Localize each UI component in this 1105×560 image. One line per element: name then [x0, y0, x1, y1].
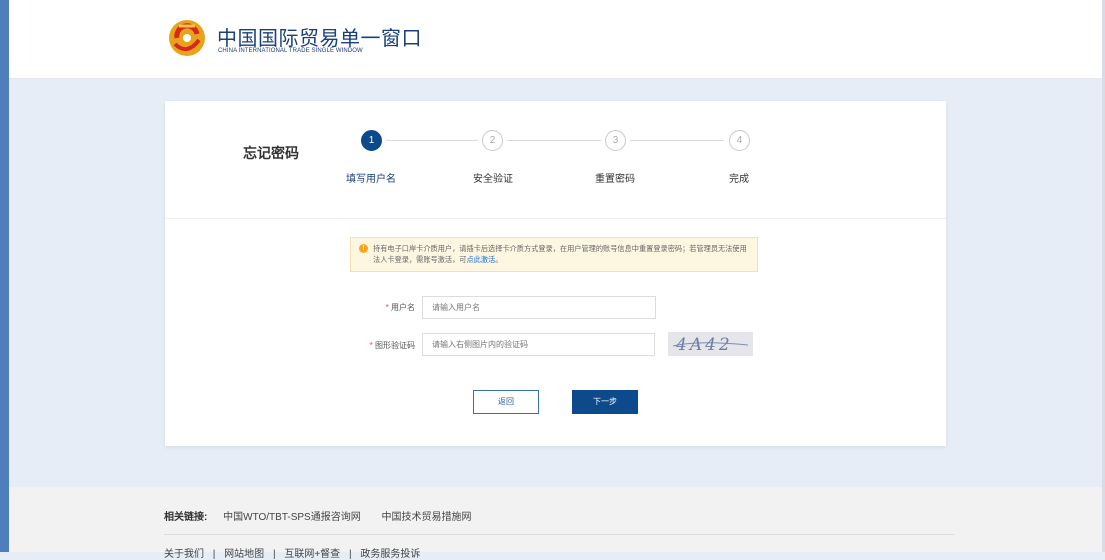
forgot-password-card: 忘记密码 1 2 3 4 填写用户名 安全验证 重置密码 完成 ! 持有电子口岸…: [165, 101, 946, 446]
captcha-image[interactable]: 4A42: [668, 332, 753, 356]
notice-text: 持有电子口岸卡介质用户，请插卡后选择卡介质方式登录，在用户管理的账号信息中重置登…: [373, 244, 747, 264]
step-3-label: 重置密码: [595, 174, 635, 185]
step-1-label: 填写用户名: [346, 174, 396, 185]
step-connector: [386, 140, 478, 141]
back-button[interactable]: 返回: [473, 390, 539, 414]
next-button[interactable]: 下一步: [572, 390, 638, 414]
step-4-circle: 4: [729, 130, 750, 151]
separator: |: [212, 549, 216, 560]
related-links-title: 相关链接:: [164, 512, 208, 523]
window-left-edge: [0, 0, 9, 552]
link-wto-tbt-sps[interactable]: 中国WTO/TBT-SPS通报咨询网: [223, 512, 361, 523]
link-internet-supervision[interactable]: 互联网+督查: [284, 549, 340, 560]
card-divider: [165, 218, 946, 219]
link-tbt-measures[interactable]: 中国技术贸易措施网: [382, 512, 472, 523]
step-4-label: 完成: [729, 174, 749, 185]
warning-icon: !: [359, 244, 368, 253]
site-subtitle: CHINA INTERNATIONAL TRADE SINGLE WINDOW: [218, 48, 363, 54]
captcha-input[interactable]: [422, 333, 655, 356]
step-2-label: 安全验证: [473, 174, 513, 185]
site-header: 中国国际贸易单一窗口 CHINA INTERNATIONAL TRADE SIN…: [9, 0, 1102, 79]
link-service-complaint[interactable]: 政务服务投诉: [360, 549, 420, 560]
separator: |: [272, 549, 276, 560]
step-3-circle: 3: [605, 130, 626, 151]
captcha-label: * 图形验证码: [355, 340, 415, 351]
activate-link[interactable]: 点此激活: [466, 255, 495, 264]
notice-end: 。: [495, 255, 503, 264]
captcha-text: 4A42: [675, 335, 733, 355]
site-title[interactable]: 中国国际贸易单一窗口: [217, 22, 422, 51]
username-input[interactable]: [422, 296, 656, 319]
step-connector: [507, 140, 601, 141]
single-window-logo-icon[interactable]: [165, 16, 209, 60]
page-title: 忘记密码: [243, 145, 299, 161]
username-label-text: 用户名: [391, 303, 415, 312]
separator: |: [348, 549, 352, 560]
required-mark: *: [385, 303, 389, 312]
footer-divider: [164, 534, 954, 535]
captcha-label-text: 图形验证码: [375, 341, 415, 350]
step-connector: [630, 140, 724, 141]
link-about-us[interactable]: 关于我们: [164, 549, 204, 560]
username-label: * 用户名: [355, 302, 415, 313]
required-mark: *: [369, 341, 373, 350]
notice-box: ! 持有电子口岸卡介质用户，请插卡后选择卡介质方式登录，在用户管理的账号信息中重…: [350, 237, 758, 272]
related-links: 相关链接: 中国WTO/TBT-SPS通报咨询网 中国技术贸易措施网: [164, 508, 490, 523]
link-site-map[interactable]: 网站地图: [224, 549, 264, 560]
step-2-circle: 2: [482, 130, 503, 151]
footer: 相关链接: 中国WTO/TBT-SPS通报咨询网 中国技术贸易措施网 关于我们 …: [9, 487, 1102, 560]
bottom-links: 关于我们 | 网站地图 | 互联网+督查 | 政务服务投诉: [164, 545, 426, 560]
step-1-circle: 1: [361, 130, 382, 151]
